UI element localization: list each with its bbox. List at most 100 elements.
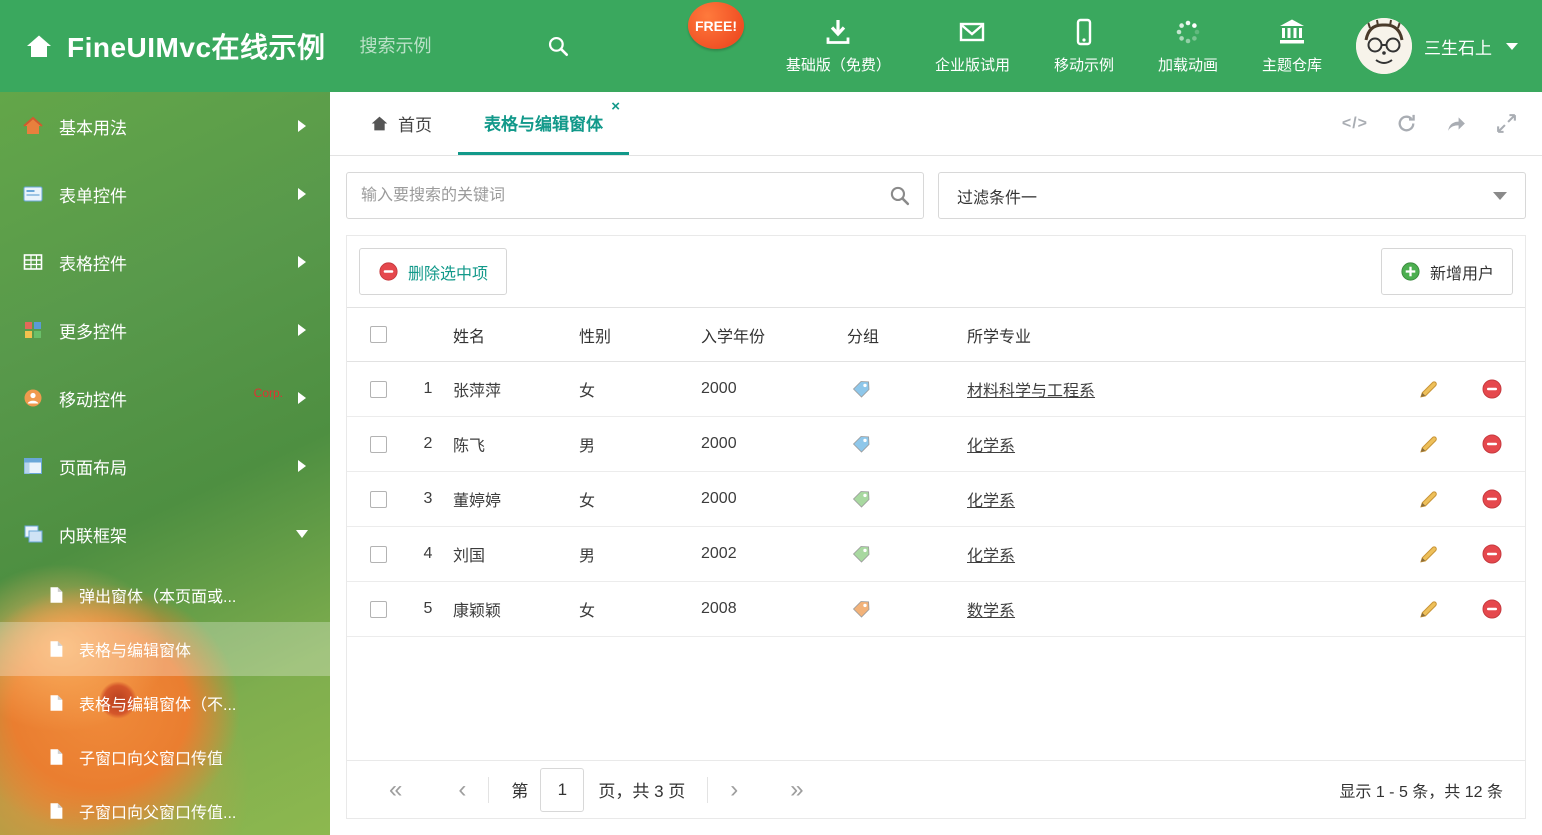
table-header-row: 姓名 性别 入学年份 分组 所学专业 — [347, 307, 1525, 362]
row-index: 3 — [423, 490, 433, 507]
edit-icon[interactable] — [1418, 378, 1440, 400]
next-page-button[interactable]: › — [730, 777, 738, 802]
home-icon — [27, 35, 51, 57]
row-checkbox[interactable] — [369, 490, 387, 508]
form-icon — [22, 183, 44, 205]
edit-icon[interactable] — [1418, 488, 1440, 510]
table-row: 5 康颖颖 女 2008 数学系 — [347, 582, 1525, 637]
tag-shape — [852, 545, 870, 563]
first-page-button[interactable]: « — [389, 777, 402, 802]
row-checkbox[interactable] — [369, 600, 387, 618]
divider — [707, 776, 709, 803]
sidebar-subitem-child-to-parent-2[interactable]: 子窗口向父窗口传值... — [0, 784, 330, 835]
tab-grid-edit-window[interactable]: 表格与编辑窗体 × — [458, 92, 629, 155]
search-icon[interactable] — [888, 184, 911, 207]
sidebar-subitem-grid-edit-window-2[interactable]: 表格与编辑窗体（不... — [0, 676, 330, 730]
sidebar: 基本用法 表单控件 表格控件 更多控件 移动控件 Corp. 页面布局 内联框架… — [0, 92, 330, 835]
column-group: 分组 — [847, 328, 880, 346]
major-link[interactable]: 化学系 — [967, 493, 1015, 510]
grid-panel: 删除选中项 新增用户 姓名 性别 入学年份 分组 所学专业 1 张萍萍 女 20… — [346, 235, 1526, 819]
nav-theme-repo[interactable]: 主题仓库 — [1262, 17, 1322, 75]
row-checkbox[interactable] — [369, 545, 387, 563]
major-link[interactable]: 化学系 — [967, 438, 1015, 455]
row-checkbox[interactable] — [369, 435, 387, 453]
keyword-search-input[interactable] — [346, 172, 924, 219]
select-all-checkbox[interactable] — [369, 326, 387, 343]
header-search-input[interactable] — [359, 35, 510, 57]
sidebar-item-mobile-controls[interactable]: 移动控件 Corp. — [0, 364, 330, 432]
sidebar-item-iframe[interactable]: 内联框架 — [0, 500, 330, 568]
grid-toolbar: 删除选中项 新增用户 — [347, 236, 1525, 307]
sidebar-item-basic-usage[interactable]: 基本用法 — [0, 92, 330, 160]
search-icon[interactable] — [546, 34, 570, 58]
sidebar-item-page-layout[interactable]: 页面布局 — [0, 432, 330, 500]
cell-gender: 女 — [579, 383, 596, 400]
refresh-icon[interactable] — [1395, 112, 1418, 135]
row-index: 5 — [423, 600, 433, 617]
edit-icon[interactable] — [1418, 543, 1440, 565]
mail-icon — [960, 22, 985, 42]
major-link[interactable]: 材料科学与工程系 — [967, 383, 1095, 400]
column-name: 姓名 — [453, 328, 486, 346]
prev-page-button[interactable]: ‹ — [458, 777, 466, 802]
filter-dropdown[interactable]: 过滤条件一 — [938, 172, 1526, 219]
cell-name: 刘国 — [453, 548, 486, 565]
delete-icon[interactable] — [1481, 433, 1503, 455]
tag-shape — [852, 380, 870, 398]
delete-icon[interactable] — [1481, 488, 1503, 510]
header-search — [359, 34, 570, 58]
edit-icon[interactable] — [1418, 598, 1440, 620]
major-link[interactable]: 数学系 — [967, 603, 1015, 620]
chevron-right-icon — [298, 392, 306, 404]
table-row: 3 董婷婷 女 2000 化学系 — [347, 472, 1525, 527]
file-icon — [46, 801, 66, 821]
sidebar-item-grid-controls[interactable]: 表格控件 — [0, 228, 330, 296]
user-menu[interactable]: 三生石上 — [1356, 18, 1518, 74]
table-row: 4 刘国 男 2002 化学系 — [347, 527, 1525, 582]
sidebar-item-form-controls[interactable]: 表单控件 — [0, 160, 330, 228]
delete-icon[interactable] — [1481, 378, 1503, 400]
cell-name: 康颖颖 — [453, 603, 502, 620]
last-page-button[interactable]: » — [790, 777, 803, 802]
table-row: 1 张萍萍 女 2000 材料科学与工程系 — [347, 362, 1525, 417]
close-icon[interactable]: × — [611, 99, 620, 114]
major-link[interactable]: 化学系 — [967, 548, 1015, 565]
minus-circle-icon — [379, 262, 398, 281]
sidebar-item-more-controls[interactable]: 更多控件 — [0, 296, 330, 364]
chevron-down-icon — [1493, 191, 1507, 200]
download-icon — [827, 20, 850, 44]
maximize-icon[interactable] — [1495, 112, 1518, 135]
cell-name: 陈飞 — [453, 438, 486, 455]
nav-mobile-demo[interactable]: 移动示例 — [1054, 17, 1114, 75]
sidebar-subitem-child-to-parent[interactable]: 子窗口向父窗口传值 — [0, 730, 330, 784]
data-grid: 姓名 性别 入学年份 分组 所学专业 1 张萍萍 女 2000 材料科学与工程系… — [347, 307, 1525, 818]
add-user-button[interactable]: 新增用户 — [1380, 248, 1513, 295]
file-icon — [46, 747, 66, 767]
delete-icon[interactable] — [1481, 598, 1503, 620]
cell-year: 2000 — [701, 380, 737, 397]
nav-loading-animation[interactable]: 加载动画 — [1158, 17, 1218, 75]
delete-selected-button[interactable]: 删除选中项 — [359, 248, 508, 295]
chevron-right-icon — [298, 324, 306, 336]
page-prefix: 第 — [511, 782, 529, 801]
column-gender: 性别 — [579, 328, 612, 346]
page-suffix: 页，共 3 页 — [598, 782, 686, 801]
tag-icon — [852, 435, 870, 453]
nav-basic-edition[interactable]: 基础版（免费） — [786, 17, 891, 75]
brand[interactable]: FineUIMvc在线示例 — [24, 26, 326, 66]
page-number-input[interactable] — [540, 767, 585, 812]
sidebar-subitem-grid-edit-window[interactable]: 表格与编辑窗体 — [0, 622, 330, 676]
nav-enterprise-trial[interactable]: 企业版试用 — [935, 17, 1010, 75]
layout-icon — [22, 455, 44, 477]
sidebar-subitem-popup-window[interactable]: 弹出窗体（本页面或... — [0, 568, 330, 622]
tab-home[interactable]: 首页 — [344, 92, 458, 155]
open-new-window-icon[interactable] — [1445, 112, 1468, 135]
file-icon — [46, 639, 66, 659]
cell-name: 张萍萍 — [453, 383, 502, 400]
row-checkbox[interactable] — [369, 380, 387, 398]
row-index: 1 — [423, 380, 433, 397]
mobile-icon — [1076, 18, 1092, 46]
view-source-icon[interactable]: </> — [1342, 115, 1368, 133]
edit-icon[interactable] — [1418, 433, 1440, 455]
delete-icon[interactable] — [1481, 543, 1503, 565]
